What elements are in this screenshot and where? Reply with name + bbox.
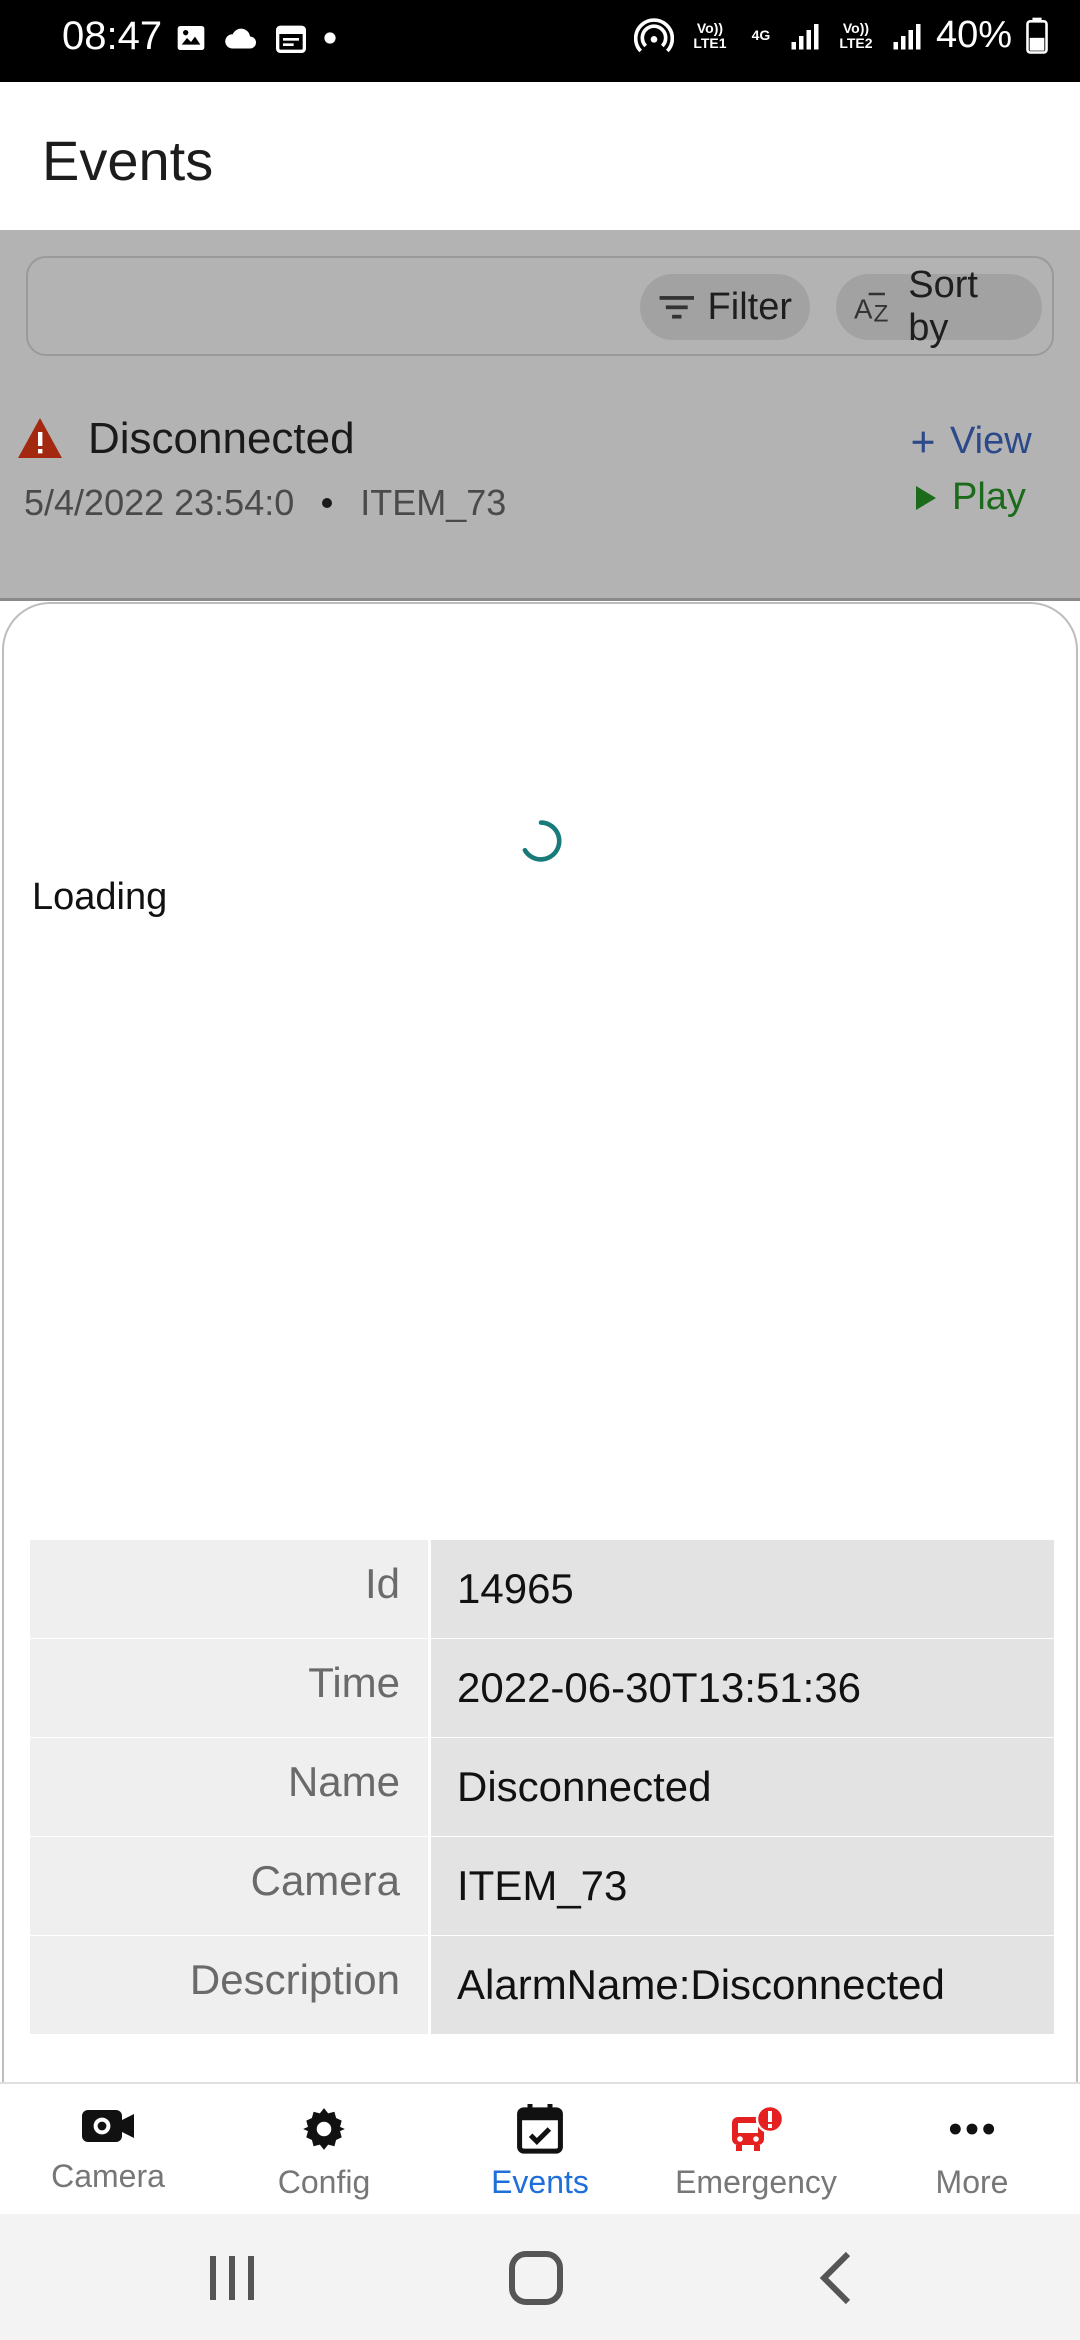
battery-icon: [1026, 17, 1048, 54]
loading-text: Loading: [32, 876, 168, 918]
detail-value: ITEM_73: [431, 1837, 1054, 1935]
sort-az-icon: AZ: [854, 292, 889, 325]
notification-icons: [175, 22, 337, 54]
events-list-backdrop: Filter AZ Sort by Disconnected 5/4/2022 …: [0, 230, 1080, 600]
event-list-item[interactable]: Disconnected 5/4/2022 23:54:0 ITEM_73 Vi…: [0, 390, 1080, 600]
home-icon[interactable]: [506, 2248, 566, 2308]
status-time: 08:47: [62, 14, 163, 58]
signal-icon: [893, 23, 921, 49]
detail-label: Description: [30, 1936, 428, 2034]
detail-label: Camera: [30, 1837, 428, 1935]
nav-config[interactable]: Config: [216, 2084, 432, 2214]
detail-label: Name: [30, 1738, 428, 1836]
separator-dot: [322, 498, 333, 508]
event-details-table: Id 14965 Time 2022-06-30T13:51:36 Name D…: [30, 1540, 1054, 2035]
play-icon: [916, 485, 936, 510]
calendar-check-icon: [517, 2104, 563, 2154]
nav-label: More: [935, 2164, 1009, 2200]
nav-camera[interactable]: Camera: [0, 2084, 216, 2214]
gear-icon: [303, 2108, 345, 2150]
filter-icon: [659, 296, 694, 319]
cloud-icon: [225, 28, 256, 49]
bottom-navigation: Camera Config Events Emergency More: [0, 2082, 1080, 2214]
sim1-label: Vo)) LTE1: [693, 19, 727, 51]
detail-row-description: Description AlarmName:Disconnected: [30, 1936, 1054, 2034]
svg-text:Z: Z: [874, 301, 889, 325]
play-label: Play: [952, 476, 1026, 518]
detail-value: Disconnected: [431, 1738, 1054, 1836]
event-datetime: 5/4/2022 23:54:0: [24, 482, 295, 523]
event-camera: ITEM_73: [360, 482, 507, 523]
detail-row-id: Id 14965: [30, 1540, 1054, 1638]
detail-row-camera: Camera ITEM_73: [30, 1837, 1054, 1935]
nav-label: Events: [491, 2164, 589, 2200]
dot-icon: [324, 32, 336, 44]
nav-label: Config: [277, 2164, 371, 2200]
camera-icon: [82, 2110, 134, 2142]
detail-row-name: Name Disconnected: [30, 1738, 1054, 1836]
view-label: View: [950, 420, 1032, 462]
detail-value: 14965: [431, 1540, 1054, 1638]
nav-events[interactable]: Events: [432, 2084, 648, 2214]
sim2-label: Vo)) LTE2: [839, 19, 873, 51]
event-meta: 5/4/2022 23:54:0 ITEM_73: [24, 482, 506, 524]
nav-emergency[interactable]: Emergency: [648, 2084, 864, 2214]
nav-label: Emergency: [675, 2164, 837, 2200]
filter-label: Filter: [707, 285, 792, 328]
detail-label: Id: [30, 1540, 428, 1638]
gallery-icon: [177, 26, 205, 50]
view-button[interactable]: View: [910, 420, 1032, 463]
more-dots-icon: [949, 2123, 995, 2135]
filter-button[interactable]: Filter: [640, 274, 810, 340]
plus-icon: [912, 431, 934, 452]
loading-spinner-icon: [522, 820, 562, 862]
svg-text:A: A: [854, 293, 873, 324]
detail-value: 2022-06-30T13:51:36: [431, 1639, 1054, 1737]
signal-icon: [791, 23, 819, 49]
divider: [0, 598, 1080, 601]
system-navigation-bar: [0, 2214, 1080, 2340]
event-name: Disconnected: [88, 414, 355, 463]
status-right: Vo)) LTE1 4G Vo)) LTE2 40%: [633, 14, 1048, 57]
page-title: Events: [42, 129, 214, 192]
app-header: Events: [0, 82, 1080, 230]
sort-button[interactable]: AZ Sort by: [836, 264, 1042, 349]
nav-more[interactable]: More: [864, 2084, 1080, 2214]
nav-label: Camera: [51, 2158, 165, 2194]
calendar-icon: [276, 25, 306, 53]
event-detail-sheet: Loading Id 14965 Time 2022-06-30T13:51:3…: [2, 602, 1078, 2082]
play-button[interactable]: Play: [916, 476, 1026, 519]
sort-label: Sort by: [908, 264, 978, 349]
battery-percent: 40%: [935, 14, 1012, 56]
status-bar: 08:47 Vo)) LTE1 4G Vo)) LTE2 40%: [0, 0, 1080, 82]
network-label: 4G: [751, 27, 771, 43]
detail-value: AlarmName:Disconnected: [431, 1936, 1054, 2034]
back-icon[interactable]: [808, 2248, 868, 2308]
hotspot-icon: [633, 17, 674, 52]
search-filter-bar[interactable]: Filter AZ Sort by: [26, 256, 1054, 356]
emergency-icon: [732, 2104, 784, 2151]
detail-label: Time: [30, 1639, 428, 1737]
detail-row-time: Time 2022-06-30T13:51:36: [30, 1639, 1054, 1737]
warning-icon: [18, 418, 62, 458]
recents-icon[interactable]: [202, 2248, 262, 2308]
